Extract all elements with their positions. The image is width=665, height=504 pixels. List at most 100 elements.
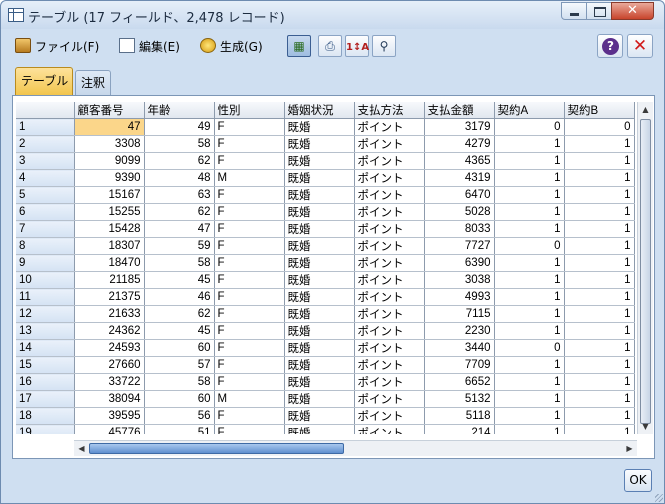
cell-payment-amount[interactable]: 3038 bbox=[424, 271, 495, 289]
cell-payment-amount[interactable]: 3440 bbox=[424, 339, 495, 357]
cell-contract-b[interactable]: 1 bbox=[564, 288, 635, 306]
cell-contract-a[interactable]: 1 bbox=[494, 254, 565, 272]
cell-age[interactable]: 60 bbox=[144, 339, 215, 357]
find-button[interactable]: ⚲ bbox=[372, 35, 396, 57]
cell-contract-a[interactable]: 1 bbox=[494, 424, 565, 434]
copy-table-button[interactable]: ▦ bbox=[287, 35, 311, 57]
cell-contract-a[interactable]: 1 bbox=[494, 407, 565, 425]
cell-payment-method[interactable]: ポイント bbox=[354, 118, 425, 136]
cell-age[interactable]: 62 bbox=[144, 203, 215, 221]
window-close-button[interactable]: ✕ bbox=[611, 2, 654, 20]
cell-contract-a[interactable]: 1 bbox=[494, 288, 565, 306]
cell-payment-amount[interactable]: 5028 bbox=[424, 203, 495, 221]
cell-marital-status[interactable]: 既婚 bbox=[284, 152, 355, 170]
cell-customer-id[interactable]: 21633 bbox=[74, 305, 145, 323]
row-header[interactable]: 14 bbox=[16, 339, 75, 357]
cell-payment-amount[interactable]: 7727 bbox=[424, 237, 495, 255]
title-bar[interactable]: テーブル (17 フィールド、2,478 レコード) ✕ bbox=[1, 1, 664, 29]
cell-age[interactable]: 62 bbox=[144, 305, 215, 323]
cell-age[interactable]: 58 bbox=[144, 254, 215, 272]
cell-payment-amount[interactable]: 214 bbox=[424, 424, 495, 434]
menu-file[interactable]: ファイル(F) bbox=[15, 38, 99, 55]
cell-sex[interactable]: F bbox=[214, 407, 285, 425]
cell-sex[interactable]: F bbox=[214, 220, 285, 238]
cell-contract-a[interactable]: 1 bbox=[494, 152, 565, 170]
cell-payment-amount[interactable]: 5118 bbox=[424, 407, 495, 425]
cell-marital-status[interactable]: 既婚 bbox=[284, 288, 355, 306]
help-button[interactable]: ? bbox=[597, 34, 623, 58]
scroll-left-icon[interactable]: ◀ bbox=[74, 441, 89, 456]
cell-customer-id[interactable]: 15167 bbox=[74, 186, 145, 204]
cell-age[interactable]: 49 bbox=[144, 118, 215, 136]
scroll-right-icon[interactable]: ▶ bbox=[622, 441, 637, 456]
cell-contract-a[interactable]: 0 bbox=[494, 339, 565, 357]
cell-contract-a[interactable]: 1 bbox=[494, 373, 565, 391]
cell-customer-id[interactable]: 15428 bbox=[74, 220, 145, 238]
cell-customer-id[interactable]: 45776 bbox=[74, 424, 145, 434]
cell-sex[interactable]: F bbox=[214, 203, 285, 221]
cell-sex[interactable]: F bbox=[214, 135, 285, 153]
cell-payment-method[interactable]: ポイント bbox=[354, 305, 425, 323]
table-row[interactable]: 16 33722 58 F 既婚 ポイント 6652 1 1 bbox=[16, 373, 635, 391]
cell-contract-a[interactable]: 1 bbox=[494, 203, 565, 221]
cell-sex[interactable]: F bbox=[214, 186, 285, 204]
cell-payment-method[interactable]: ポイント bbox=[354, 169, 425, 187]
row-header[interactable]: 1 bbox=[16, 118, 75, 136]
table-row[interactable]: 15 27660 57 F 既婚 ポイント 7709 1 1 bbox=[16, 356, 635, 374]
row-header[interactable]: 2 bbox=[16, 135, 75, 153]
ok-button[interactable]: OK bbox=[624, 469, 652, 492]
cell-marital-status[interactable]: 既婚 bbox=[284, 305, 355, 323]
cell-payment-method[interactable]: ポイント bbox=[354, 322, 425, 340]
cell-contract-a[interactable]: 1 bbox=[494, 356, 565, 374]
menu-edit[interactable]: 編集(E) bbox=[119, 38, 180, 55]
row-header[interactable]: 16 bbox=[16, 373, 75, 391]
cell-age[interactable]: 58 bbox=[144, 135, 215, 153]
row-header[interactable]: 11 bbox=[16, 288, 75, 306]
cell-customer-id[interactable]: 27660 bbox=[74, 356, 145, 374]
cell-contract-b[interactable]: 1 bbox=[564, 203, 635, 221]
cell-sex[interactable]: F bbox=[214, 424, 285, 434]
column-header-customer-id[interactable]: 顧客番号 bbox=[74, 102, 145, 119]
tab-annotations[interactable]: 注釈 bbox=[75, 70, 111, 95]
cell-payment-method[interactable]: ポイント bbox=[354, 390, 425, 408]
cell-marital-status[interactable]: 既婚 bbox=[284, 186, 355, 204]
column-header-contract-b[interactable]: 契約B bbox=[564, 102, 635, 119]
row-header[interactable]: 19 bbox=[16, 424, 75, 434]
cell-payment-amount[interactable]: 4365 bbox=[424, 152, 495, 170]
row-header[interactable]: 9 bbox=[16, 254, 75, 272]
cell-age[interactable]: 45 bbox=[144, 322, 215, 340]
cell-sex[interactable]: F bbox=[214, 288, 285, 306]
cell-customer-id[interactable]: 18470 bbox=[74, 254, 145, 272]
cell-contract-b[interactable]: 1 bbox=[564, 186, 635, 204]
table-row[interactable]: 1 47 49 F 既婚 ポイント 3179 0 0 bbox=[16, 118, 635, 136]
cell-customer-id[interactable]: 9099 bbox=[74, 152, 145, 170]
cell-payment-amount[interactable]: 4993 bbox=[424, 288, 495, 306]
cell-payment-amount[interactable]: 7709 bbox=[424, 356, 495, 374]
cell-payment-method[interactable]: ポイント bbox=[354, 424, 425, 434]
cell-payment-method[interactable]: ポイント bbox=[354, 288, 425, 306]
cell-contract-b[interactable]: 1 bbox=[564, 305, 635, 323]
table-row[interactable]: 10 21185 45 F 既婚 ポイント 3038 1 1 bbox=[16, 271, 635, 289]
cell-contract-b[interactable]: 1 bbox=[564, 373, 635, 391]
cell-sex[interactable]: F bbox=[214, 356, 285, 374]
scroll-up-icon[interactable]: ▲ bbox=[638, 102, 653, 117]
table-row[interactable]: 12 21633 62 F 既婚 ポイント 7115 1 1 bbox=[16, 305, 635, 323]
cell-sex[interactable]: M bbox=[214, 390, 285, 408]
row-header[interactable]: 17 bbox=[16, 390, 75, 408]
cell-age[interactable]: 48 bbox=[144, 169, 215, 187]
cell-payment-amount[interactable]: 6390 bbox=[424, 254, 495, 272]
cell-sex[interactable]: M bbox=[214, 169, 285, 187]
row-header[interactable]: 6 bbox=[16, 203, 75, 221]
cell-marital-status[interactable]: 既婚 bbox=[284, 373, 355, 391]
cell-contract-a[interactable]: 1 bbox=[494, 186, 565, 204]
cell-marital-status[interactable]: 既婚 bbox=[284, 407, 355, 425]
cell-sex[interactable]: F bbox=[214, 118, 285, 136]
row-header[interactable]: 3 bbox=[16, 152, 75, 170]
cell-payment-method[interactable]: ポイント bbox=[354, 271, 425, 289]
cell-payment-method[interactable]: ポイント bbox=[354, 373, 425, 391]
cell-payment-method[interactable]: ポイント bbox=[354, 407, 425, 425]
table-row[interactable]: 18 39595 56 F 既婚 ポイント 5118 1 1 bbox=[16, 407, 635, 425]
cell-age[interactable]: 57 bbox=[144, 356, 215, 374]
cell-marital-status[interactable]: 既婚 bbox=[284, 237, 355, 255]
cell-payment-amount[interactable]: 6652 bbox=[424, 373, 495, 391]
